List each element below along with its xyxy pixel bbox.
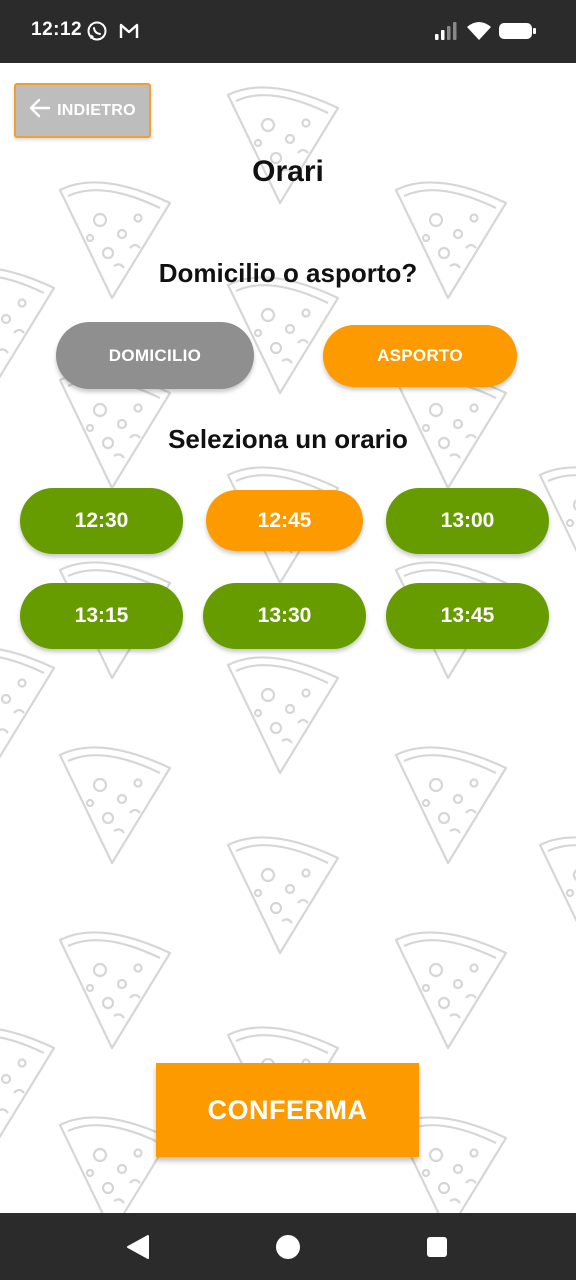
- time-slot-1315[interactable]: 13:15: [20, 583, 183, 649]
- navigation-bar: [0, 1213, 576, 1280]
- main-content: INDIETRO Orari Domicilio o asporto? DOMI…: [0, 0, 576, 1213]
- home-circle-icon[interactable]: [275, 1234, 301, 1265]
- time-slot-1300[interactable]: 13:00: [386, 488, 549, 554]
- back-label: INDIETRO: [57, 101, 136, 119]
- recents-square-icon[interactable]: [426, 1236, 448, 1263]
- time-slot-1245[interactable]: 12:45: [206, 490, 363, 551]
- time-slot-1230[interactable]: 12:30: [20, 488, 183, 554]
- back-button[interactable]: INDIETRO: [14, 83, 151, 138]
- delivery-question: Domicilio o asporto?: [158, 258, 418, 288]
- time-question: Seleziona un orario: [168, 424, 408, 454]
- time-slot-1345[interactable]: 13:45: [386, 583, 549, 649]
- page-title: Orari: [252, 155, 324, 188]
- back-triangle-icon[interactable]: [126, 1234, 150, 1265]
- domicilio-button[interactable]: DOMICILIO: [56, 322, 254, 389]
- arrow-left-icon: [29, 97, 51, 124]
- confirm-button[interactable]: CONFERMA: [156, 1063, 419, 1157]
- time-slot-1330[interactable]: 13:30: [203, 583, 366, 649]
- asporto-button[interactable]: ASPORTO: [323, 325, 517, 387]
